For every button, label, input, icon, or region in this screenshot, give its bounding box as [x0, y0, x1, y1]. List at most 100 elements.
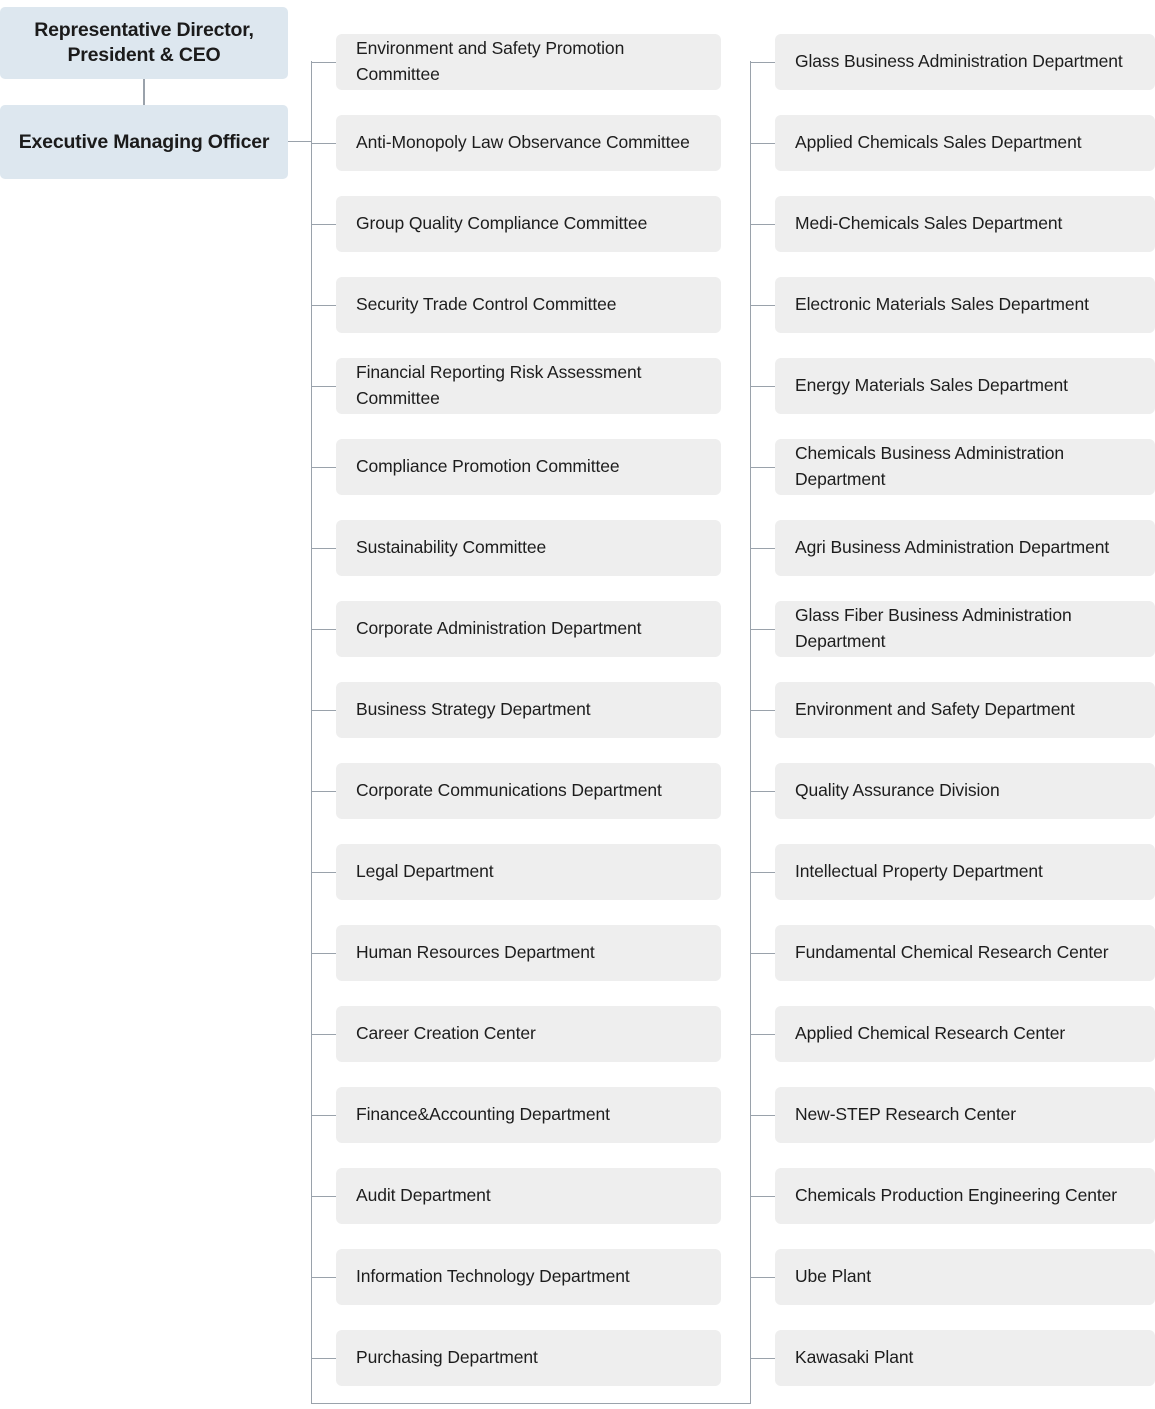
- connector-stub: [311, 143, 336, 144]
- org-unit-box[interactable]: Medi-Chemicals Sales Department: [775, 196, 1155, 252]
- connector-stub: [750, 1196, 775, 1197]
- org-unit-box[interactable]: Information Technology Department: [336, 1249, 721, 1305]
- org-unit-box[interactable]: Fundamental Chemical Research Center: [775, 925, 1155, 981]
- org-unit-box[interactable]: Ube Plant: [775, 1249, 1155, 1305]
- org-unit-label: Environment and Safety Promotion Committ…: [356, 38, 625, 84]
- org-unit-label: Group Quality Compliance Committee: [356, 213, 648, 234]
- org-unit-box[interactable]: Anti-Monopoly Law Observance Committee: [336, 115, 721, 171]
- connector-stub: [750, 467, 775, 468]
- connector-stub: [311, 386, 336, 387]
- org-unit-box[interactable]: Security Trade Control Committee: [336, 277, 721, 333]
- org-unit-label: Quality Assurance Division: [795, 780, 1000, 801]
- org-unit-label: Career Creation Center: [356, 1023, 536, 1044]
- org-unit-label: Audit Department: [356, 1185, 491, 1206]
- connector-stub: [750, 1034, 775, 1035]
- org-unit-label: Chemicals Production Engineering Center: [795, 1185, 1117, 1206]
- connector-bottom-tie: [311, 1403, 751, 1404]
- connector-stub: [750, 1358, 775, 1359]
- exec-label: Representative Director, President & CEO: [34, 19, 254, 66]
- org-unit-box[interactable]: Finance&Accounting Department: [336, 1087, 721, 1143]
- connector-stub: [750, 710, 775, 711]
- org-unit-label: Legal Department: [356, 861, 494, 882]
- connector-stub: [311, 1115, 336, 1116]
- org-unit-box[interactable]: Quality Assurance Division: [775, 763, 1155, 819]
- org-unit-box[interactable]: Audit Department: [336, 1168, 721, 1224]
- org-unit-label: Applied Chemical Research Center: [795, 1023, 1066, 1044]
- org-unit-label: Glass Business Administration Department: [795, 51, 1123, 72]
- org-unit-box[interactable]: Human Resources Department: [336, 925, 721, 981]
- org-unit-box[interactable]: Environment and Safety Department: [775, 682, 1155, 738]
- org-unit-label: Finance&Accounting Department: [356, 1104, 610, 1125]
- exec-box-representative-director: Representative Director, President & CEO: [0, 7, 288, 79]
- org-unit-box[interactable]: Group Quality Compliance Committee: [336, 196, 721, 252]
- connector-stub: [750, 224, 775, 225]
- org-unit-label: Electronic Materials Sales Department: [795, 294, 1089, 315]
- exec-label: Executive Managing Officer: [18, 130, 270, 153]
- connector-stub: [750, 1115, 775, 1116]
- org-unit-box[interactable]: Legal Department: [336, 844, 721, 900]
- org-unit-box[interactable]: Glass Business Administration Department: [775, 34, 1155, 90]
- connector-stub: [750, 62, 775, 63]
- org-unit-box[interactable]: Corporate Communications Department: [336, 763, 721, 819]
- org-unit-box[interactable]: Environment and Safety Promotion Committ…: [336, 34, 721, 90]
- org-unit-label: Financial Reporting Risk Assessment Comm…: [356, 362, 642, 408]
- connector-stub: [750, 548, 775, 549]
- org-unit-box[interactable]: Electronic Materials Sales Department: [775, 277, 1155, 333]
- org-unit-label: Corporate Administration Department: [356, 618, 642, 639]
- org-unit-box[interactable]: Sustainability Committee: [336, 520, 721, 576]
- org-unit-label: New-STEP Research Center: [795, 1104, 1016, 1125]
- org-unit-label: Ube Plant: [795, 1266, 871, 1287]
- org-unit-box[interactable]: Chemicals Business Administration Depart…: [775, 439, 1155, 495]
- connector-trunk-column-two: [750, 61, 751, 1404]
- org-unit-label: Human Resources Department: [356, 942, 595, 963]
- org-unit-label: Anti-Monopoly Law Observance Committee: [356, 132, 690, 153]
- connector-executive-officer-to-trunk: [288, 141, 312, 142]
- connector-stub: [311, 224, 336, 225]
- org-unit-box[interactable]: Business Strategy Department: [336, 682, 721, 738]
- connector-stub: [311, 1196, 336, 1197]
- connector-stub: [311, 62, 336, 63]
- org-unit-box[interactable]: Career Creation Center: [336, 1006, 721, 1062]
- org-unit-label: Energy Materials Sales Department: [795, 375, 1068, 396]
- org-unit-box[interactable]: Chemicals Production Engineering Center: [775, 1168, 1155, 1224]
- connector-stub: [750, 1277, 775, 1278]
- org-unit-label: Agri Business Administration Department: [795, 537, 1110, 558]
- connector-stub: [311, 629, 336, 630]
- org-unit-box[interactable]: Glass Fiber Business Administration Depa…: [775, 601, 1155, 657]
- organization-chart: Representative Director, President & CEO…: [0, 0, 1155, 1409]
- org-unit-box[interactable]: Financial Reporting Risk Assessment Comm…: [336, 358, 721, 414]
- org-unit-box[interactable]: Kawasaki Plant: [775, 1330, 1155, 1386]
- connector-stub: [750, 872, 775, 873]
- connector-stub: [311, 953, 336, 954]
- connector-stub: [311, 305, 336, 306]
- org-unit-box[interactable]: New-STEP Research Center: [775, 1087, 1155, 1143]
- org-unit-box[interactable]: Applied Chemicals Sales Department: [775, 115, 1155, 171]
- connector-stub: [311, 1277, 336, 1278]
- org-unit-label: Purchasing Department: [356, 1347, 538, 1368]
- org-unit-label: Environment and Safety Department: [795, 699, 1075, 720]
- connector-stub: [750, 305, 775, 306]
- connector-stub: [750, 386, 775, 387]
- connector-stub: [750, 953, 775, 954]
- org-unit-label: Kawasaki Plant: [795, 1347, 914, 1368]
- connector-stub: [311, 872, 336, 873]
- connector-stub: [311, 710, 336, 711]
- org-unit-label: Compliance Promotion Committee: [356, 456, 620, 477]
- connector-stub: [311, 1358, 336, 1359]
- connector-trunk-column-one: [311, 61, 312, 1404]
- org-unit-box[interactable]: Compliance Promotion Committee: [336, 439, 721, 495]
- org-unit-box[interactable]: Agri Business Administration Department: [775, 520, 1155, 576]
- connector-stub: [311, 548, 336, 549]
- org-unit-box[interactable]: Applied Chemical Research Center: [775, 1006, 1155, 1062]
- org-unit-label: Applied Chemicals Sales Department: [795, 132, 1082, 153]
- org-unit-label: Sustainability Committee: [356, 537, 547, 558]
- org-unit-box[interactable]: Intellectual Property Department: [775, 844, 1155, 900]
- connector-ceo-to-executive-officer: [143, 79, 145, 105]
- org-unit-label: Security Trade Control Committee: [356, 294, 617, 315]
- org-unit-label: Business Strategy Department: [356, 699, 591, 720]
- org-unit-box[interactable]: Purchasing Department: [336, 1330, 721, 1386]
- connector-stub: [311, 467, 336, 468]
- connector-stub: [311, 1034, 336, 1035]
- org-unit-box[interactable]: Corporate Administration Department: [336, 601, 721, 657]
- org-unit-box[interactable]: Energy Materials Sales Department: [775, 358, 1155, 414]
